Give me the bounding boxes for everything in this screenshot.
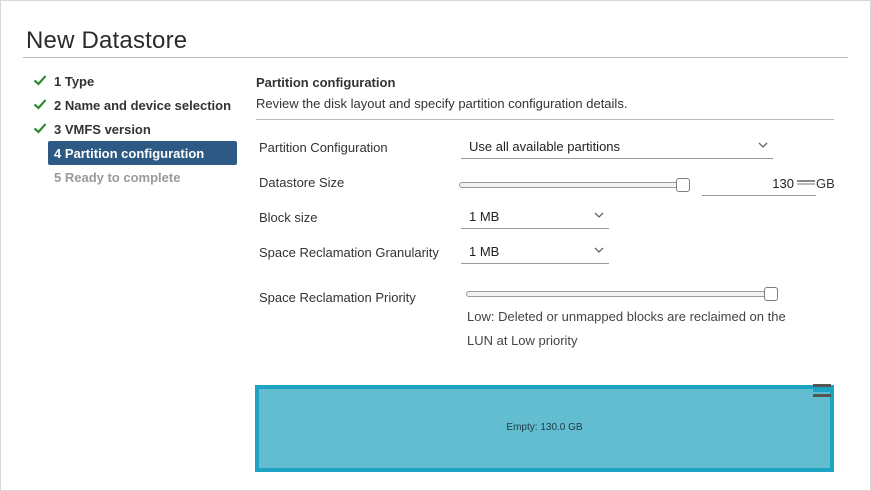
- datastore-size-input[interactable]: 130: [702, 172, 816, 196]
- step-partition-configuration[interactable]: 4 Partition configuration: [48, 141, 237, 165]
- datastore-size-slider[interactable]: [459, 182, 683, 188]
- datastore-size-unit: GB: [816, 176, 835, 191]
- step-type[interactable]: 1 Type: [31, 69, 241, 93]
- step-label: 4 Partition configuration: [54, 145, 205, 161]
- datastore-size-label: Datastore Size: [259, 175, 345, 190]
- check-icon: [33, 99, 47, 110]
- partition-config-label: Partition Configuration: [259, 140, 388, 155]
- reclamation-priority-slider[interactable]: [466, 291, 771, 297]
- title-divider: [23, 57, 848, 58]
- chevron-down-icon: [758, 142, 768, 148]
- content-divider: [256, 119, 834, 120]
- step-name-device[interactable]: 2 Name and device selection: [31, 93, 241, 117]
- chevron-down-icon: [594, 212, 604, 218]
- check-icon: [33, 75, 47, 86]
- page-description: Review the disk layout and specify parti…: [256, 96, 628, 111]
- step-ready-to-complete: 5 Ready to complete: [31, 165, 241, 189]
- reclamation-priority-label: Space Reclamation Priority: [259, 290, 416, 305]
- block-size-value: 1 MB: [469, 209, 500, 224]
- step-label: 1 Type: [54, 73, 95, 89]
- partition-config-value: Use all available partitions: [469, 139, 621, 154]
- reclamation-granularity-value: 1 MB: [469, 244, 500, 259]
- page-heading: Partition configuration: [256, 75, 396, 90]
- step-label: 5 Ready to complete: [54, 169, 181, 185]
- step-vmfs-version[interactable]: 3 VMFS version: [31, 117, 241, 141]
- content-header: Partition configuration Review the disk …: [256, 75, 834, 120]
- reclamation-priority-slider-thumb[interactable]: [764, 287, 778, 301]
- wizard-steps: 1 Type 2 Name and device selection 3 VMF…: [31, 69, 241, 189]
- block-size-label: Block size: [259, 210, 318, 225]
- step-label: 3 VMFS version: [54, 121, 151, 137]
- reclamation-granularity-label: Space Reclamation Granularity: [259, 245, 439, 260]
- spinner-arrows-icon[interactable]: [797, 180, 815, 185]
- disk-partition-label: Empty: 130.0 GB: [506, 422, 583, 433]
- datastore-size-value: 130: [772, 176, 794, 191]
- check-icon: [33, 123, 47, 134]
- reclamation-priority-note: Low: Deleted or unmapped blocks are recl…: [467, 309, 786, 348]
- reclamation-granularity-select[interactable]: 1 MB: [461, 240, 609, 264]
- dialog-title: New Datastore: [26, 27, 188, 54]
- datastore-size-slider-thumb[interactable]: [676, 178, 690, 192]
- new-datastore-dialog: New Datastore 1 Type 2 Name and device s…: [0, 0, 871, 491]
- disk-partition-empty[interactable]: Empty: 130.0 GB: [259, 389, 830, 468]
- block-size-select[interactable]: 1 MB: [461, 205, 609, 229]
- resize-handle-icon[interactable]: [813, 383, 831, 399]
- chevron-down-icon: [594, 247, 604, 253]
- step-label: 2 Name and device selection: [54, 97, 232, 113]
- partition-config-select[interactable]: Use all available partitions: [461, 135, 773, 159]
- disk-layout-bar[interactable]: Empty: 130.0 GB: [255, 385, 834, 472]
